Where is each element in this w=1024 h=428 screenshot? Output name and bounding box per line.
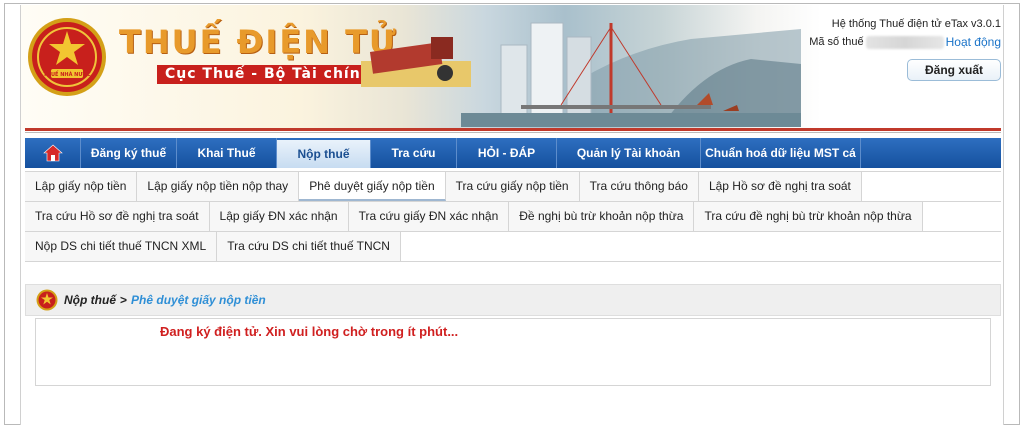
- subnav-tra-cuu-giay-nop-tien[interactable]: Tra cứu giấy nộp tiền: [445, 172, 580, 201]
- sub-nav-row-2: Tra cứu Hồ sơ đề nghị tra soát Lập giấy …: [25, 202, 1001, 232]
- account-status-link[interactable]: Hoạt động: [946, 33, 1001, 51]
- subnav-tra-cuu-ho-so-tra-soat[interactable]: Tra cứu Hồ sơ đề nghị tra soát: [25, 202, 210, 231]
- subnav-tra-cuu-thong-bao[interactable]: Tra cứu thông báo: [579, 172, 699, 201]
- emblem-text: THUẾ NHÀ NƯỚC: [43, 70, 91, 78]
- breadcrumb-section[interactable]: Nộp thuế: [64, 293, 116, 307]
- nav-filler: [861, 138, 1001, 168]
- tax-code-label: Mã số thuế: [809, 36, 864, 48]
- tax-code-row: Mã số thuế Hoạt động: [809, 33, 1001, 51]
- nav-quan-ly-tai-khoan[interactable]: Quản lý Tài khoản: [557, 138, 701, 168]
- brand-subtitle: Cục Thuế - Bộ Tài chính: [157, 65, 380, 84]
- signing-status-message: Đang ký điện tử. Xin vui lòng chờ trong …: [160, 324, 459, 339]
- sub-nav-row-1: Lập giấy nộp tiền Lập giấy nộp tiền nộp …: [25, 172, 1001, 202]
- logout-button[interactable]: Đăng xuất: [907, 59, 1001, 81]
- main-navigation: Đăng ký thuế Khai Thuế Nộp thuế Tra cứu …: [25, 138, 1001, 190]
- home-button[interactable]: [25, 138, 81, 168]
- breadcrumb-separator: >: [120, 293, 128, 307]
- content-panel: Đang ký điện tử. Xin vui lòng chờ trong …: [35, 318, 991, 386]
- subnav-filler: [922, 202, 1001, 231]
- nav-nop-thue[interactable]: Nộp thuế: [277, 140, 371, 168]
- home-icon: [42, 144, 63, 162]
- subnav-lap-ho-so-tra-soat[interactable]: Lập Hồ sơ đề nghị tra soát: [698, 172, 862, 201]
- nav-dang-ky-thue[interactable]: Đăng ký thuế: [81, 138, 177, 168]
- harvester-image-icon: [361, 37, 471, 87]
- tax-emblem-small-icon: [36, 289, 58, 311]
- subnav-lap-giay-nop-tien[interactable]: Lập giấy nộp tiền: [25, 172, 138, 201]
- subnav-tra-cuu-ds-tncn[interactable]: Tra cứu DS chi tiết thuế TNCN: [217, 232, 401, 261]
- header-divider-gray: [25, 132, 1001, 133]
- cityscape-image-icon: [461, 22, 801, 127]
- nav-chuan-hoa-mst[interactable]: Chuẩn hoá dữ liệu MST cá nhân: [701, 138, 861, 190]
- sub-nav-row-3: Nộp DS chi tiết thuế TNCN XML Tra cứu DS…: [25, 232, 1001, 262]
- subnav-filler: [400, 232, 1001, 261]
- system-info: Hệ thống Thuế điện tử eTax v3.0.1 Mã số …: [809, 15, 1001, 51]
- sub-navigation: Lập giấy nộp tiền Lập giấy nộp tiền nộp …: [25, 171, 1001, 262]
- nav-khai-thue[interactable]: Khai Thuế: [177, 138, 277, 168]
- breadcrumb-current: Phê duyệt giấy nộp tiền: [131, 293, 266, 307]
- brand-title: THUẾ ĐIỆN TỬ: [119, 23, 398, 61]
- tax-emblem-icon: THUẾ NHÀ NƯỚC: [28, 18, 106, 96]
- header-divider-red: [25, 128, 1001, 131]
- site-header: THUẾ NHÀ NƯỚC THUẾ ĐIỆN TỬ Cục Thuế - Bộ…: [21, 5, 1003, 133]
- subnav-lap-giay-dn-xac-nhan[interactable]: Lập giấy ĐN xác nhận: [209, 202, 349, 231]
- breadcrumb: Nộp thuế > Phê duyệt giấy nộp tiền: [25, 284, 1001, 316]
- tax-code-redacted: [865, 35, 944, 49]
- subnav-filler: [861, 172, 1001, 201]
- system-version: Hệ thống Thuế điện tử eTax v3.0.1: [831, 18, 1001, 30]
- subnav-tra-cuu-de-nghi-bu-tru[interactable]: Tra cứu đề nghị bù trừ khoản nộp thừa: [694, 202, 923, 231]
- subnav-nop-ds-tncn-xml[interactable]: Nộp DS chi tiết thuế TNCN XML: [25, 232, 218, 261]
- subnav-tra-cuu-giay-dn-xac-nhan[interactable]: Tra cứu giấy ĐN xác nhận: [348, 202, 510, 231]
- subnav-phe-duyet-giay-nop-tien[interactable]: Phê duyệt giấy nộp tiền: [299, 172, 446, 201]
- subnav-lap-giay-nop-tien-nop-thay[interactable]: Lập giấy nộp tiền nộp thay: [137, 172, 300, 201]
- nav-hoi-dap[interactable]: HỎI - ĐÁP: [457, 138, 557, 168]
- nav-tra-cuu[interactable]: Tra cứu: [371, 138, 457, 168]
- etax-page: THUẾ NHÀ NƯỚC THUẾ ĐIỆN TỬ Cục Thuế - Bộ…: [20, 5, 1004, 425]
- subnav-de-nghi-bu-tru[interactable]: Đề nghị bù trừ khoản nộp thừa: [509, 202, 695, 231]
